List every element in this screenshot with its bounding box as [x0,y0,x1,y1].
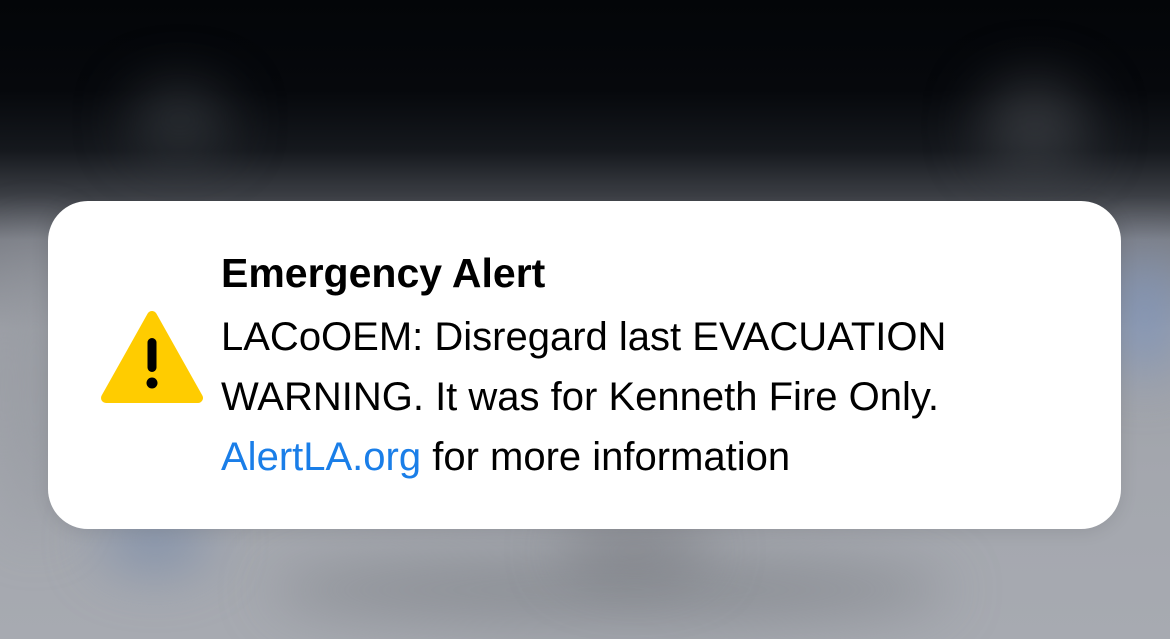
alert-link-suffix: for more information [421,435,791,479]
alert-message-line: LACoOEM: Disregard last EVACUATION [221,315,947,359]
warning-triangle-icon [101,311,203,403]
alert-message: LACoOEM: Disregard last EVACUATION WARNI… [221,307,1101,487]
alertla-link[interactable]: AlertLA.org [221,435,421,479]
alert-title: Emergency Alert [221,250,546,296]
background-blur-shape [560,520,710,580]
background-blur-shape [130,85,230,155]
alert-message-line: WARNING. It was for Kenneth Fire Only. [221,375,939,419]
background-blur-shape [980,80,1090,170]
alert-message-line: AlertLA.org for more information [221,427,1101,487]
